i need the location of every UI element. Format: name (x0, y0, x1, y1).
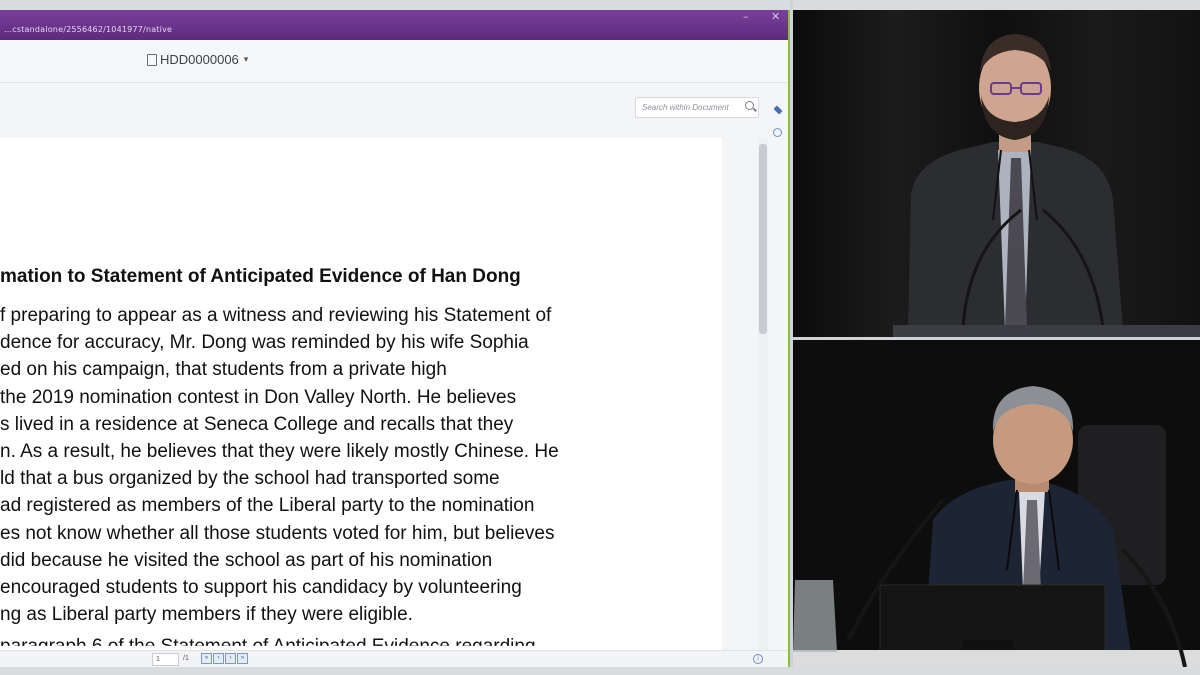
witness-image (793, 340, 1200, 667)
window-url: ...cstandalone/2556462/1041977/native (4, 25, 173, 34)
last-page-button[interactable]: » (237, 653, 248, 664)
document-viewer-window: ...cstandalone/2556462/1041977/native – … (0, 10, 790, 669)
paragraph-line: es not know whether all those students v… (0, 522, 555, 544)
frame-bottom-border (0, 667, 1200, 675)
paragraph-line: ad registered as members of the Liberal … (0, 495, 535, 517)
search-icon[interactable] (745, 101, 754, 110)
paragraph-line: ld that a bus organized by the school ha… (0, 468, 500, 490)
paragraph-line: f preparing to appear as a witness and r… (0, 305, 552, 326)
title-bar: ...cstandalone/2556462/1041977/native – … (0, 10, 788, 40)
page-navigation: « ‹ › » (201, 653, 248, 664)
status-bar: 1 /1 « ‹ › » i (0, 650, 788, 667)
close-button[interactable]: ✕ (771, 10, 780, 23)
layers-icon[interactable] (773, 105, 783, 115)
paragraph-line: ed on his campaign, that students from a… (0, 359, 447, 381)
document-id: HDD0000006 (160, 52, 239, 67)
first-page-button[interactable]: « (201, 653, 212, 664)
file-icon (147, 53, 157, 66)
next-page-button[interactable]: › (225, 653, 236, 664)
prev-page-button[interactable]: ‹ (213, 653, 224, 664)
paragraph-line: dence for accuracy, Mr. Dong was reminde… (0, 332, 529, 354)
zoom-icon[interactable] (773, 128, 782, 137)
search-placeholder: Search within Document (642, 103, 729, 112)
paragraph-line: encouraged students to support his candi… (0, 577, 522, 599)
speaker-image (793, 10, 1200, 337)
paragraph-line: n. As a result, he believes that they we… (0, 441, 559, 463)
chevron-down-icon: ▾ (243, 54, 249, 64)
info-icon[interactable]: i (753, 654, 763, 664)
page-heading: mation to Statement of Anticipated Evide… (0, 266, 521, 287)
toolbar: HDD0000006 ▾ (0, 40, 788, 83)
minimize-button[interactable]: – (743, 10, 749, 23)
paragraph-line: ng as Liberal party members if they were… (0, 604, 413, 626)
video-feed-top (793, 10, 1200, 337)
page-number-input[interactable]: 1 (152, 653, 179, 666)
page-total: /1 (183, 655, 189, 662)
paragraph-line: the 2019 nomination contest in Don Valle… (0, 386, 517, 408)
paragraph-line: s lived in a residence at Seneca College… (0, 413, 514, 435)
vertical-scrollbar[interactable]: ▾ (758, 138, 768, 658)
document-paragraph: f preparing to appear as a witness and r… (0, 302, 559, 628)
document-page: mation to Statement of Anticipated Evide… (0, 138, 722, 658)
paragraph-line: did because he visited the school as par… (0, 549, 493, 571)
scrollbar-thumb[interactable] (759, 144, 767, 334)
document-selector[interactable]: HDD0000006 ▾ (147, 52, 248, 67)
video-feed-bottom (793, 340, 1200, 667)
frame-top-border (0, 0, 1200, 10)
search-input[interactable]: Search within Document (635, 97, 759, 118)
